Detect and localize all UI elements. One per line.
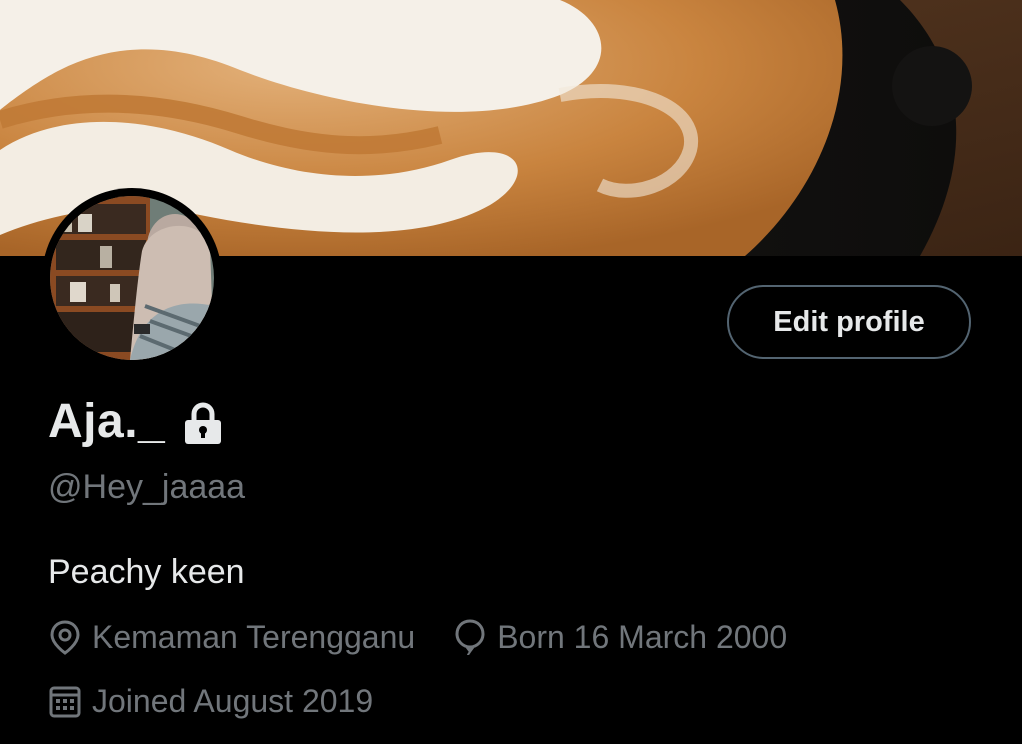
avatar[interactable] [42,188,222,368]
location-text: Kemaman Terengganu [92,618,416,655]
display-name-row: Aja._ [48,394,223,449]
joined-text: Joined August 2019 [92,683,374,719]
balloon-icon [453,618,487,656]
user-handle: @Hey_jaaaa [48,468,246,506]
joined-item: Joined August 2019 [48,683,373,720]
location-pin-icon [48,619,82,655]
user-bio: Peachy keen [48,553,245,591]
birthday-item: Born 16 March 2000 [453,618,787,656]
location-item: Kemaman Terengganu [48,619,415,656]
avatar-photo [50,196,214,360]
lock-icon [183,402,223,446]
profile-meta-row: Kemaman Terengganu Born 16 March 2000 [48,618,787,656]
profile-meta-row: Joined August 2019 [48,683,373,720]
birthday-text: Born 16 March 2000 [497,618,788,655]
display-name: Aja._ [48,395,166,448]
calendar-icon [48,685,82,719]
edit-profile-button[interactable]: Edit profile [727,285,971,359]
